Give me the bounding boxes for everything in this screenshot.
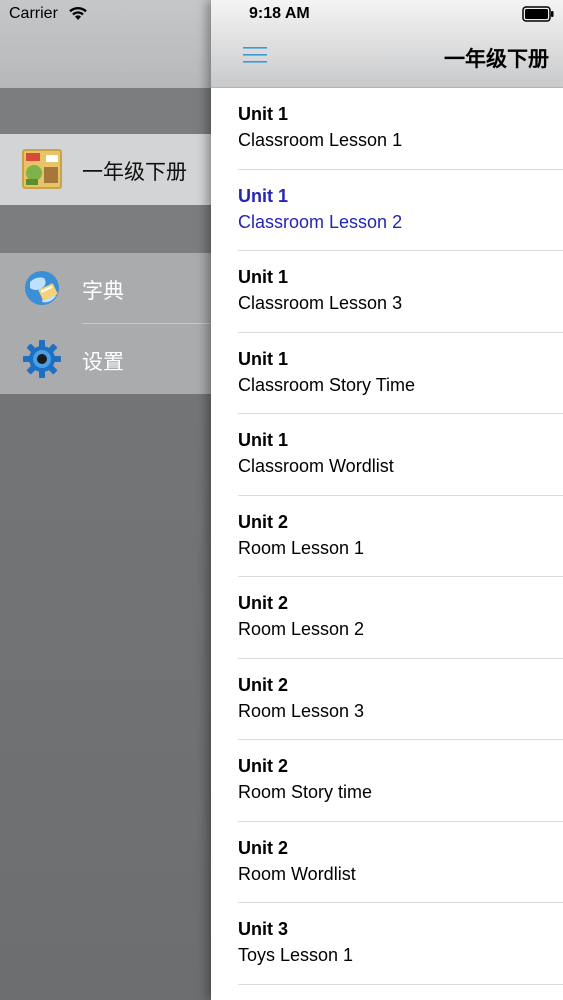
lesson-row[interactable]: Unit 2 Room Story time [211, 740, 563, 822]
lesson-row[interactable]: Unit 2 Room Lesson 2 [211, 577, 563, 659]
side-drawer: Carrier 一年级下册 字典 设置 [0, 0, 211, 1000]
lesson-title: Room Lesson 2 [238, 619, 365, 639]
lesson-unit: Unit 1 [238, 104, 289, 124]
lesson-unit: Unit 1 [238, 430, 289, 450]
lesson-title: Room Story time [238, 782, 373, 802]
book-cover-icon [22, 149, 62, 189]
lesson-title: Room Lesson 3 [238, 700, 365, 721]
lesson-title: Classroom Lesson 2 [238, 211, 403, 232]
gear-icon [23, 340, 61, 378]
lesson-row[interactable]: Unit 1 Classroom Story Time [211, 333, 563, 415]
lesson-row[interactable]: Unit 2 Room Wordlist [211, 822, 563, 904]
lesson-row-selected[interactable]: Unit 1 Classroom Lesson 2 [211, 170, 563, 252]
lesson-title: Toys Lesson 1 [238, 945, 354, 965]
lesson-list: Unit 1 Classroom Lesson 1 Unit 1 Classro… [211, 88, 563, 985]
drawer-item-settings[interactable]: 设置 [0, 324, 211, 394]
lesson-row[interactable]: Unit 1 Classroom Lesson 1 [211, 88, 563, 170]
wifi-icon [69, 6, 87, 20]
drawer-item-label: 一年级下册 [82, 161, 187, 184]
drawer-item-label: 字典 [82, 280, 124, 303]
lesson-unit: Unit 1 [238, 185, 289, 206]
lesson-unit: Unit 2 [238, 593, 289, 613]
lesson-title: Classroom Story Time [238, 374, 416, 395]
drawer-spacer [0, 205, 211, 253]
status-time: 9:18 AM [249, 5, 310, 22]
drawer-spacer [0, 88, 211, 134]
lesson-title: Classroom Wordlist [238, 456, 394, 476]
lesson-unit: Unit 3 [238, 919, 289, 939]
lesson-row[interactable]: Unit 3 Toys Lesson 1 [211, 903, 563, 985]
page-title: 一年级下册 [444, 48, 549, 71]
lesson-row[interactable]: Unit 1 Classroom Wordlist [211, 414, 563, 496]
carrier-label: Carrier [9, 5, 58, 22]
lesson-row[interactable]: Unit 2 Room Lesson 1 [211, 496, 563, 578]
lesson-title: Room Lesson 1 [238, 537, 365, 558]
lesson-unit: Unit 2 [238, 756, 289, 776]
lesson-title: Classroom Lesson 1 [238, 130, 403, 150]
lesson-panel: 9:18 AM 一年级下册 Unit 1 Classroom Lesson 1 … [211, 0, 563, 1000]
battery-icon [522, 6, 554, 22]
lesson-title: Classroom Lesson 3 [238, 293, 403, 313]
lesson-unit: Unit 2 [238, 837, 289, 858]
lesson-unit: Unit 2 [238, 511, 289, 532]
dictionary-globe-icon [25, 271, 59, 305]
lesson-row[interactable]: Unit 2 Room Lesson 3 [211, 659, 563, 741]
status-bar-left: Carrier [0, 0, 211, 88]
lesson-row[interactable]: Unit 1 Classroom Lesson 3 [211, 251, 563, 333]
hamburger-menu-icon[interactable] [243, 45, 267, 65]
drawer-item-grade1-book[interactable]: 一年级下册 [0, 134, 211, 205]
navigation-bar: 9:18 AM 一年级下册 [211, 0, 563, 88]
lesson-unit: Unit 2 [238, 674, 289, 695]
drawer-item-dictionary[interactable]: 字典 [0, 253, 211, 324]
lesson-title: Room Wordlist [238, 863, 356, 884]
lesson-unit: Unit 1 [238, 267, 289, 287]
drawer-item-label: 设置 [82, 351, 124, 374]
lesson-unit: Unit 1 [238, 348, 289, 369]
